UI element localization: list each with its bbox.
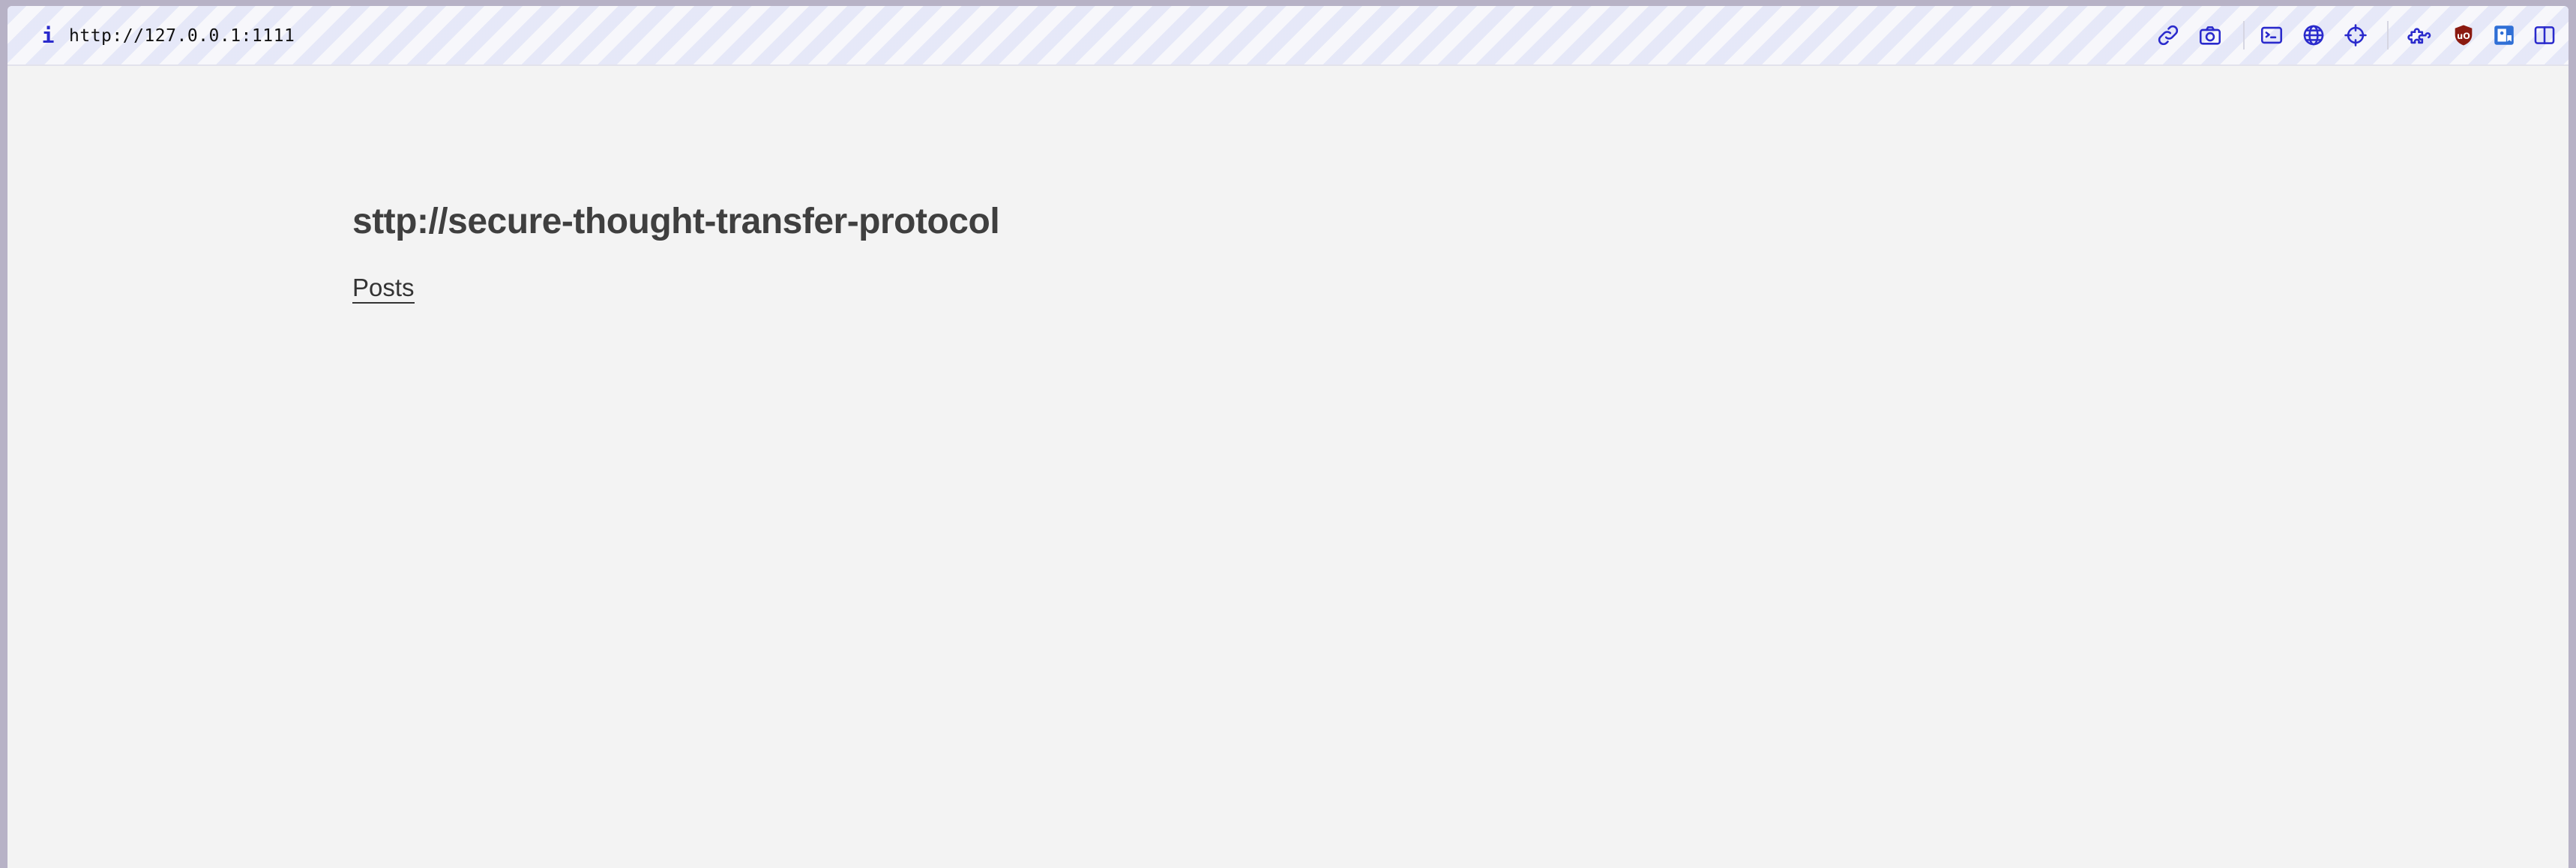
link-icon[interactable]: [2153, 20, 2183, 50]
site-nav: Posts: [352, 273, 999, 304]
page-content: sttp://secure-thought-transfer-protocol …: [352, 201, 1000, 304]
bookmark-app-icon[interactable]: [2489, 20, 2519, 50]
toolbar-divider: [2243, 21, 2245, 49]
info-icon[interactable]: i: [33, 20, 63, 50]
site-title: sttp://secure-thought-transfer-protocol: [352, 202, 1000, 241]
crosshair-icon[interactable]: [2341, 20, 2371, 50]
toolbar-divider: [2387, 21, 2389, 49]
ublock-icon[interactable]: uO: [2449, 20, 2479, 50]
svg-text:uO: uO: [2457, 31, 2470, 41]
camera-icon[interactable]: [2195, 20, 2225, 50]
browser-window: i http://127.0.0.1:1111 uO sttp://secure…: [7, 6, 2569, 868]
terminal-icon[interactable]: [2257, 20, 2287, 50]
sidebar-icon[interactable]: [2530, 20, 2560, 50]
extensions-icon[interactable]: [2405, 20, 2435, 50]
nav-link-posts[interactable]: Posts: [352, 274, 415, 304]
browser-toolbar: i http://127.0.0.1:1111 uO: [7, 6, 2569, 66]
globe-icon[interactable]: [2299, 20, 2329, 50]
address-bar-url[interactable]: http://127.0.0.1:1111: [69, 25, 295, 46]
